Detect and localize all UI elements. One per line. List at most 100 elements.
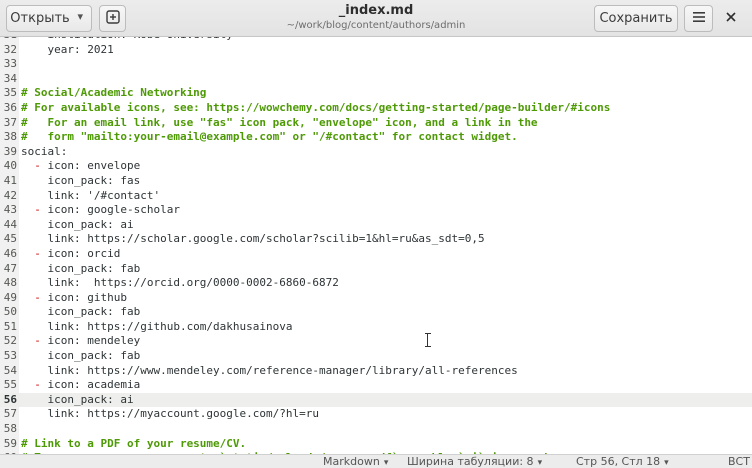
line-number: 43 (3, 203, 17, 217)
code-text: link: https://www.mendeley.com/reference… (21, 363, 518, 377)
line-number: 34 (3, 71, 17, 85)
code-line[interactable]: 55 - icon: academia (0, 378, 752, 393)
code-line[interactable]: 32 year: 2021 (0, 43, 752, 58)
line-number: 51 (3, 319, 17, 333)
list-dash: - (34, 159, 41, 173)
code-text: icon: envelope (40, 159, 141, 173)
new-document-icon (105, 9, 120, 28)
code-text: link: https://github.com/dakhusainova (21, 319, 293, 333)
open-button-label: Открыть (10, 11, 70, 26)
code-text: link: '/#contact' (21, 188, 161, 202)
line-text: icon_pack: fab (21, 262, 140, 277)
line-text: # Social/Academic Networking (21, 86, 206, 101)
line-text: icon_pack: ai (21, 217, 134, 233)
code-line[interactable]: 37 # For an email link, use "fas" icon pa… (0, 116, 752, 131)
text-editor-area[interactable]: 31 institution: Kobe University32 year: … (0, 37, 752, 454)
code-text: icon_pack: fab (21, 261, 141, 275)
code-line[interactable]: 57 link: https://myaccount.google.com/?h… (0, 407, 752, 422)
code-lines: 31 institution: Kobe University32 year: … (0, 37, 752, 454)
hamburger-menu-icon (692, 11, 706, 27)
tab-width-selector[interactable]: Ширина табуляции: 8 ▾ (407, 456, 542, 468)
header-bar: Открыть ▾ _index.md ~/work/blog/content/… (0, 0, 752, 37)
code-line[interactable]: 59 # Link to a PDF of your resume/CV. (0, 437, 752, 452)
code-line[interactable]: 47 icon_pack: fab (0, 262, 752, 277)
comment-text: # Link to a PDF of your resume/CV. (21, 436, 247, 450)
code-line[interactable]: 56 icon_pack: ai (0, 392, 752, 408)
line-text: social: (21, 145, 67, 160)
line-number: 50 (3, 305, 17, 319)
code-line[interactable]: 54 link: https://www.mendeley.com/refere… (0, 364, 752, 379)
line-text: link: https://github.com/dakhusainova (21, 319, 293, 335)
code-line[interactable]: 42 link: '/#contact' (0, 189, 752, 204)
line-text: link: https://www.mendeley.com/reference… (21, 363, 518, 379)
line-number: 40 (3, 159, 17, 173)
code-line[interactable]: 46 - icon: orcid (0, 247, 752, 262)
code-line[interactable]: 35 # Social/Academic Networking (0, 86, 752, 101)
code-text: icon_pack: ai (21, 217, 134, 231)
code-line[interactable]: 48 link: https://orcid.org/0000-0002-686… (0, 276, 752, 291)
line-number: 38 (3, 130, 17, 144)
chevron-down-icon: ▾ (537, 458, 543, 468)
code-line[interactable]: 53 icon_pack: fab (0, 349, 752, 364)
line-number: 53 (3, 349, 17, 363)
line-text: link: https://myaccount.google.com/?hl=r… (21, 407, 319, 422)
menu-button[interactable] (684, 5, 713, 32)
cursor-position-selector[interactable]: Стр 56, Стл 18 ▾ (576, 456, 669, 468)
code-line[interactable]: 45 link: https://scholar.google.com/scho… (0, 232, 752, 247)
code-line[interactable]: 34 (0, 72, 752, 87)
code-line[interactable]: 43 - icon: google-scholar (0, 203, 752, 218)
code-line[interactable]: 39 social: (0, 145, 752, 160)
language-selector[interactable]: Markdown ▾ (323, 456, 388, 468)
code-line[interactable]: 50 icon_pack: fab (0, 305, 752, 320)
code-line[interactable]: 40 - icon: envelope (0, 159, 752, 174)
line-text: year: 2021 (21, 43, 113, 58)
code-line[interactable]: 41 icon_pack: fas (0, 174, 752, 189)
code-line[interactable]: 44 icon_pack: ai (0, 218, 752, 233)
text-cursor-icon (425, 333, 431, 347)
line-number: 48 (3, 276, 17, 290)
document-title: _index.md (338, 3, 414, 18)
new-document-button[interactable] (99, 5, 126, 32)
code-text: social: (21, 144, 68, 158)
status-bar: Markdown ▾ Ширина табуляции: 8 ▾ Стр 56, С… (0, 454, 752, 468)
tab-width-label: Ширина табуляции: 8 (407, 455, 534, 468)
line-text: link: https://orcid.org/0000-0002-6860-6… (21, 276, 338, 291)
line-text: icon_pack: ai (21, 393, 133, 408)
code-text: icon: orcid (40, 246, 121, 260)
code-line[interactable]: 58 (0, 422, 752, 437)
code-line[interactable]: 49 - icon: github (0, 291, 752, 306)
line-number: 35 (3, 86, 17, 100)
line-number: 37 (3, 115, 17, 129)
line-number: 54 (3, 363, 17, 377)
close-window-button[interactable] (722, 10, 740, 28)
insert-mode-indicator[interactable]: ВСТ (728, 456, 750, 468)
line-text: - icon: mendeley (21, 334, 140, 349)
code-line[interactable]: 52 - icon: mendeley (0, 334, 752, 349)
save-button[interactable]: Сохранить (594, 5, 678, 32)
code-text: icon_pack: fab (21, 349, 141, 363)
code-text: institution: Kobe University (21, 37, 232, 41)
code-line[interactable]: 51 link: https://github.com/dakhusainova (0, 320, 752, 335)
code-text: icon: mendeley (40, 334, 141, 348)
comment-text: # Social/Academic Networking (21, 86, 207, 100)
open-button[interactable]: Открыть ▾ (6, 5, 92, 32)
line-text: # Link to a PDF of your resume/CV. (21, 437, 246, 452)
line-text: - icon: envelope (21, 159, 140, 174)
line-number: 41 (3, 173, 17, 187)
code-line[interactable]: 36 # For available icons, see: https://wo… (0, 101, 752, 116)
cursor-position-label: Стр 56, Стл 18 (576, 455, 661, 468)
code-text: icon_pack: fab (21, 305, 141, 319)
line-text: - icon: orcid (21, 247, 120, 262)
line-number: 49 (3, 290, 17, 304)
comment-text: # For available icons, see: https://wowc… (21, 100, 611, 114)
document-path: ~/work/blog/content/authors/admin (286, 20, 466, 31)
line-number: 39 (3, 144, 17, 158)
code-line[interactable]: 33 (0, 57, 752, 72)
code-line[interactable]: 38 # form "mailto:your-email@example.com"… (0, 130, 752, 145)
close-icon (725, 11, 737, 27)
language-label: Markdown (323, 455, 380, 468)
